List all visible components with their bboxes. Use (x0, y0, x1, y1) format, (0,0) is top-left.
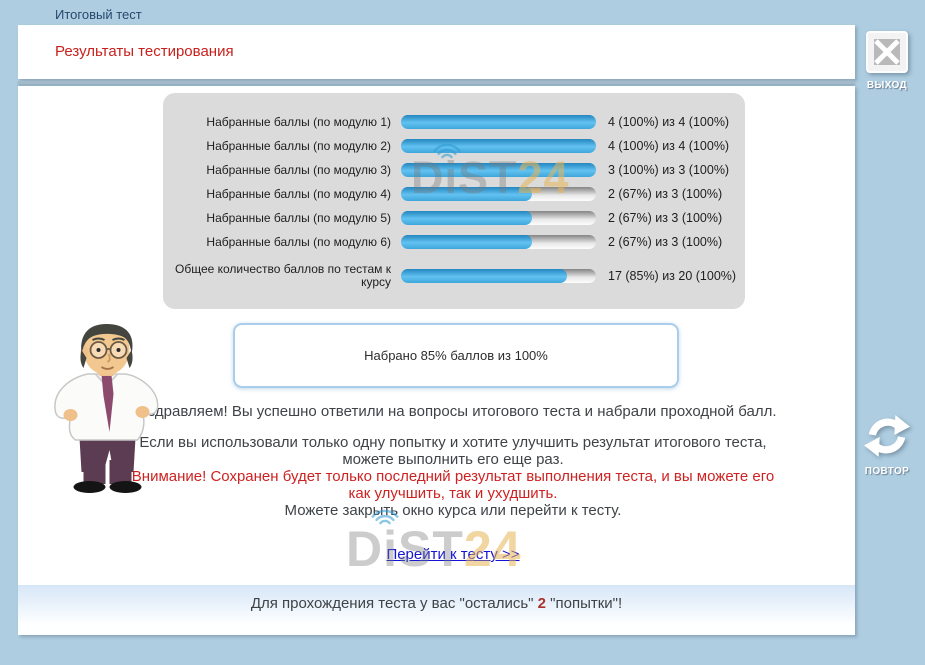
result-row-label: Набранные баллы (по модулю 4) (163, 188, 401, 201)
link-row: Перейти к тесту >> (128, 546, 778, 563)
exit-button-label: ВЫХОД (862, 80, 912, 91)
goto-test-link[interactable]: Перейти к тесту >> (386, 546, 519, 563)
score-summary-text: Набрано 85% баллов из 100% (364, 348, 548, 363)
repeat-icon (864, 413, 910, 459)
progress-bar-track (401, 187, 596, 201)
warning-text: Внимание! Сохранен будет только последни… (128, 468, 778, 502)
result-row-value: 17 (85%) из 20 (100%) (596, 269, 736, 283)
progress-bar-fill (401, 269, 567, 283)
progress-bar-track (401, 269, 596, 283)
page-title: Результаты тестирования (55, 43, 234, 60)
progress-bar-track (401, 211, 596, 225)
close-icon (866, 31, 908, 73)
result-row: Набранные баллы (по модулю 3) 3 (100%) из… (163, 158, 745, 182)
exit-button[interactable]: ВЫХОД (862, 31, 912, 91)
result-row: Набранные баллы (по модулю 6) 2 (67%) из … (163, 230, 745, 254)
result-row: Общее количество баллов по тестам к курс… (163, 258, 745, 294)
repeat-button[interactable]: ПОВТОР (862, 413, 912, 477)
result-row-value: 2 (67%) из 3 (100%) (596, 235, 722, 249)
result-row-label: Общее количество баллов по тестам к курс… (163, 263, 401, 289)
score-summary-box: Набрано 85% баллов из 100% (233, 323, 679, 388)
result-row-value: 4 (100%) из 4 (100%) (596, 115, 729, 129)
result-row-label: Набранные баллы (по модулю 6) (163, 236, 401, 249)
results-rows: Набранные баллы (по модулю 1) 4 (100%) из… (163, 110, 745, 294)
result-row: Набранные баллы (по модулю 4) 2 (67%) из … (163, 182, 745, 206)
attempts-count: 2 (538, 595, 546, 612)
app-title: Итоговый тест (55, 7, 142, 22)
progress-bar-fill (401, 187, 532, 201)
repeat-button-label: ПОВТОР (862, 466, 912, 477)
progress-bar-fill (401, 163, 596, 177)
attempts-footer: Для прохождения теста у вас "остались" 2… (18, 585, 855, 635)
result-row-label: Набранные баллы (по модулю 2) (163, 140, 401, 153)
attempts-text-prefix: Для прохождения теста у вас "остались" (251, 595, 538, 612)
progress-bar-fill (401, 139, 596, 153)
result-row: Набранные баллы (по модулю 2) 4 (100%) из… (163, 134, 745, 158)
tutor-character-illustration (42, 320, 170, 498)
result-row-value: 2 (67%) из 3 (100%) (596, 187, 722, 201)
progress-bar-fill (401, 235, 532, 249)
header-divider (18, 81, 855, 84)
progress-bar-track (401, 163, 596, 177)
test-results-page: Итоговый тест Результаты тестирования На… (0, 0, 925, 665)
message-block: Поздравляем! Вы успешно ответили на вопр… (128, 403, 778, 563)
progress-bar-fill (401, 211, 532, 225)
attempts-text-suffix: "попытки"! (546, 595, 622, 612)
result-row-value: 3 (100%) из 3 (100%) (596, 163, 729, 177)
progress-bar-track (401, 115, 596, 129)
result-row-label: Набранные баллы (по модулю 3) (163, 164, 401, 177)
congrats-text: Поздравляем! Вы успешно ответили на вопр… (128, 403, 778, 420)
result-row-value: 2 (67%) из 3 (100%) (596, 211, 722, 225)
result-row: Набранные баллы (по модулю 5) 2 (67%) из … (163, 206, 745, 230)
result-row-value: 4 (100%) из 4 (100%) (596, 139, 729, 153)
result-row: Набранные баллы (по модулю 1) 4 (100%) из… (163, 110, 745, 134)
progress-bar-fill (401, 115, 596, 129)
progress-bar-track (401, 235, 596, 249)
retry-info-text: Если вы использовали только одну попытку… (128, 434, 778, 468)
close-info-text: Можете закрыть окно курса или перейти к … (128, 502, 778, 519)
progress-bar-track (401, 139, 596, 153)
results-panel: Набранные баллы (по модулю 1) 4 (100%) из… (163, 93, 745, 309)
result-row-label: Набранные баллы (по модулю 1) (163, 116, 401, 129)
result-row-label: Набранные баллы (по модулю 5) (163, 212, 401, 225)
header-bar: Результаты тестирования (18, 25, 855, 79)
